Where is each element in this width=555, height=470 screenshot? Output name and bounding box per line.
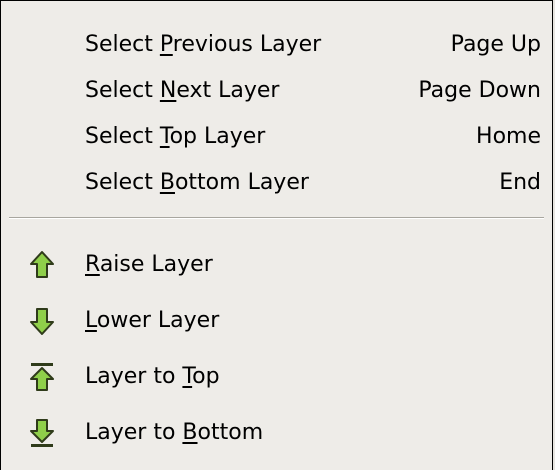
shortcut-label: Home [476,124,541,149]
raise-layer-icon [29,250,55,280]
menu-item-label: Select Bottom Layer [85,170,309,195]
menu-separator [9,217,544,219]
lower-layer-icon [29,306,55,336]
shortcut-label: Page Up [450,32,541,57]
menu-item-label: Lower Layer [85,308,220,333]
shortcut-label: Page Down [418,78,541,103]
layer-menu: Select Previous Layer Page Up Select Nex… [0,0,553,470]
menu-item-raise-layer[interactable]: Raise Layer [1,237,554,293]
menu-item-label: Select Next Layer [85,78,280,103]
menu-item-layer-to-top[interactable]: Layer to Top [1,349,554,405]
layer-to-bottom-icon [29,418,55,448]
menu-item-label: Select Top Layer [85,124,266,149]
menu-item-select-bottom-layer[interactable]: Select Bottom Layer End [1,155,554,211]
menu-item-lower-layer[interactable]: Lower Layer [1,293,554,349]
layer-to-top-icon [29,362,55,392]
menu-item-label: Layer to Top [85,364,220,389]
menu-item-label: Layer to Bottom [85,420,264,445]
menu-item-label: Select Previous Layer [85,32,322,57]
shortcut-label: End [499,170,541,195]
menu-item-layer-to-bottom[interactable]: Layer to Bottom [1,405,554,461]
menu-item-label: Raise Layer [85,252,213,277]
